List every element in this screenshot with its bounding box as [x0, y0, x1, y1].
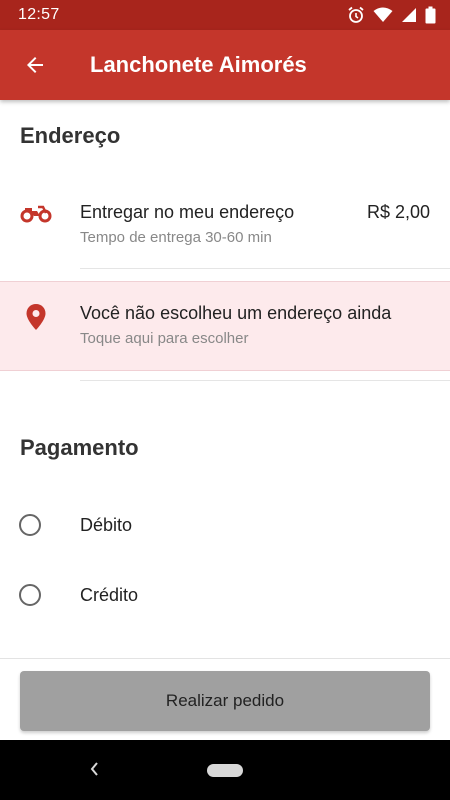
choose-address-subtitle: Toque aqui para escolher: [80, 330, 249, 347]
choose-address-row[interactable]: Você não escolheu um endereço ainda Toqu…: [0, 281, 450, 371]
arrow-back-icon: [27, 57, 43, 73]
back-button[interactable]: [14, 48, 56, 82]
system-navigation-bar: [0, 740, 450, 800]
signal-icon: [402, 8, 416, 22]
nav-back-icon[interactable]: [84, 758, 106, 780]
payment-section-title: Pagamento: [20, 435, 139, 460]
status-time: 12:57: [18, 6, 60, 23]
payment-option-label: Débito: [80, 515, 133, 535]
motorcycle-icon: [18, 198, 54, 228]
choose-address-title: Você não escolheu um endereço ainda: [80, 303, 392, 323]
alarm-icon: [348, 6, 364, 23]
battery-icon: [425, 6, 436, 24]
app-bar: Lanchonete Aimorés: [0, 30, 450, 100]
nav-home-pill[interactable]: [207, 764, 243, 777]
delivery-fee: R$ 2,00: [366, 202, 430, 222]
radio-debit[interactable]: [19, 514, 41, 536]
status-bar: 12:57: [0, 0, 450, 30]
delivery-option-row[interactable]: Entregar no meu endereço Tempo de entreg…: [0, 180, 450, 268]
wifi-icon: [373, 7, 393, 22]
payment-option-label: Crédito: [80, 585, 139, 605]
place-order-button[interactable]: Realizar pedido: [20, 671, 430, 731]
divider: [80, 268, 450, 269]
divider: [80, 380, 450, 381]
payment-option-credit[interactable]: Crédito: [0, 570, 450, 620]
bottom-action-panel: Realizar pedido: [0, 658, 450, 740]
delivery-option-subtitle: Tempo de entrega 30-60 min: [80, 229, 272, 246]
delivery-option-title: Entregar no meu endereço: [80, 202, 295, 222]
address-section-title: Endereço: [20, 123, 121, 148]
payment-option-debit[interactable]: Débito: [0, 500, 450, 550]
radio-credit[interactable]: [19, 584, 41, 606]
location-pin-icon: [18, 302, 54, 332]
page-title: Lanchonete Aimorés: [90, 52, 307, 77]
status-icons: [347, 6, 436, 24]
